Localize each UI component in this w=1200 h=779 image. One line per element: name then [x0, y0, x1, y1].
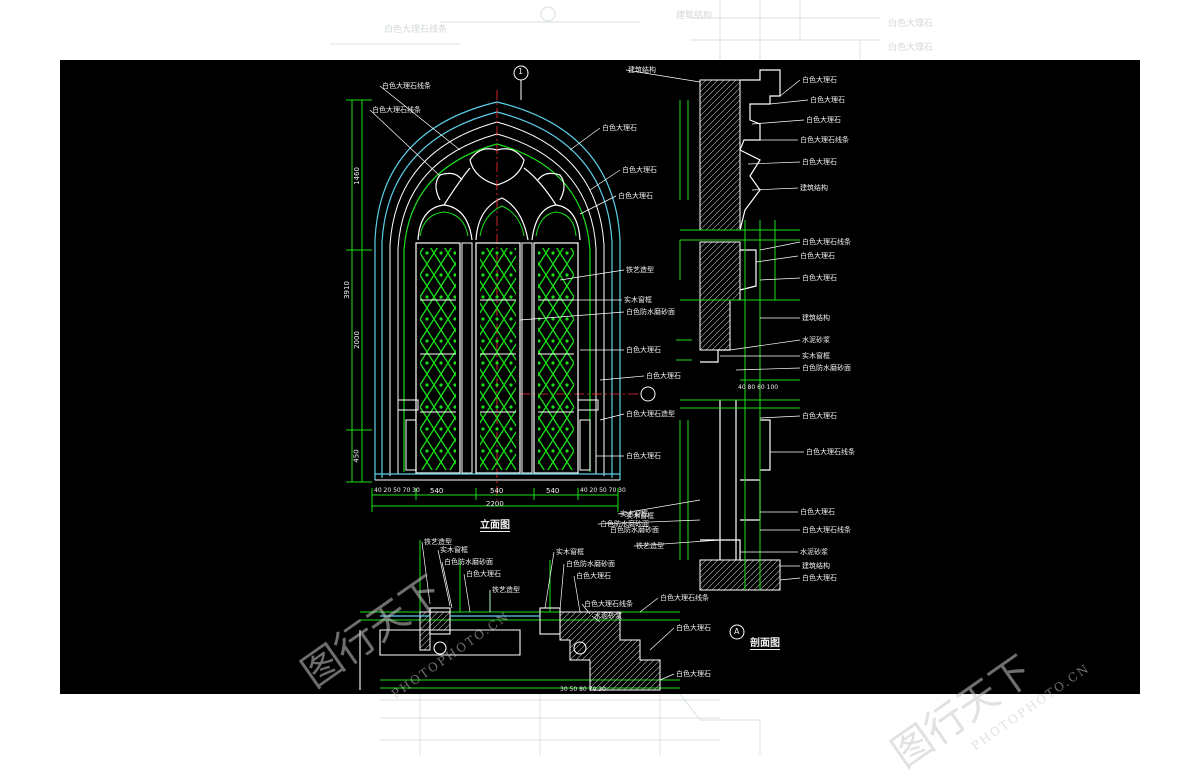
section-label-10: 白色大理石 — [802, 274, 837, 282]
left-section-label-5: 白色防水磨砂面 — [610, 526, 659, 534]
plan-label-12: 白色大理石 — [676, 624, 711, 632]
section-label-7: 建筑结构 — [800, 184, 828, 192]
dim-total-width: 2200 — [486, 500, 504, 508]
elevation-label-12: 白色大理石 — [626, 452, 661, 460]
plan-label-10: 水泥砂浆 — [594, 612, 622, 620]
plan-label-3: 白色防水磨砂面 — [444, 558, 493, 566]
dim-overall-height: 3910 — [342, 281, 351, 299]
section-label-3: 白色大理石 — [810, 96, 845, 104]
section-label-17: 白色大理石 — [800, 508, 835, 516]
dim-panel-3: 540 — [546, 487, 560, 495]
dim-upper-height: 1460 — [352, 167, 361, 185]
section-label-8: 白色大理石线条 — [802, 238, 851, 246]
section-label-15: 白色大理石 — [802, 412, 837, 420]
axis-marker: 1 — [518, 67, 524, 76]
elevation-label-3: 白色大理石 — [602, 124, 637, 132]
dim-panel-1: 540 — [430, 487, 444, 495]
plan-label-5: 铁艺造型 — [492, 586, 520, 594]
elevation-label-6: 铁艺造型 — [626, 266, 654, 274]
plan-label-2: 实木窗框 — [440, 546, 468, 554]
section-label-6: 白色大理石 — [802, 158, 837, 166]
section-label-1: 建筑结构 — [628, 66, 656, 74]
section-label-12: 水泥砂浆 — [802, 336, 830, 344]
section-label-19: 水泥砂浆 — [800, 548, 828, 556]
dim-panel-2: 540 — [490, 487, 504, 495]
section-label-18: 白色大理石线条 — [802, 526, 851, 534]
section-label-14: 白色防水磨砂面 — [802, 364, 851, 372]
section-marker: A — [734, 627, 740, 636]
section-label-5: 白色大理石线条 — [800, 136, 849, 144]
left-section-label-3: 铁艺造型 — [636, 542, 664, 550]
elevation-label-9: 白色大理石 — [626, 346, 661, 354]
plan-label-4: 白色大理石 — [466, 570, 501, 578]
section-label-21: 白色大理石 — [802, 574, 837, 582]
dim-middle-height: 2000 — [352, 331, 361, 349]
section-label-4: 白色大理石 — [806, 116, 841, 124]
plan-label-13: 白色大理石 — [676, 670, 711, 678]
dim-section: 40 80 60 100 — [738, 384, 779, 391]
elevation-label-8: 白色防水磨砂面 — [626, 308, 675, 316]
label-layer: 立面图 剖面图 A 1 3910 1460 2000 450 2200 540 … — [0, 0, 1200, 755]
elevation-label-2: 白色大理石线条 — [372, 106, 421, 114]
section-label-16: 白色大理石线条 — [806, 448, 855, 456]
plan-label-7: 白色防水磨砂面 — [566, 560, 615, 568]
screenshot: 建筑结构 白色大理石 白色大理石 白色大理石线条 立面图 剖面图 A 1 391… — [0, 0, 1200, 777]
section-title: 剖面图 — [750, 634, 780, 650]
section-label-2: 白色大理石 — [802, 76, 837, 84]
left-section-label-4: 实木窗框 — [626, 512, 654, 520]
plan-label-8: 白色大理石 — [576, 572, 611, 580]
elevation-label-4: 白色大理石 — [622, 166, 657, 174]
section-label-11: 建筑结构 — [802, 314, 830, 322]
plan-label-11: 白色大理石线条 — [660, 594, 709, 602]
elevation-label-1: 白色大理石线条 — [382, 82, 431, 90]
elevation-title: 立面图 — [480, 516, 510, 532]
plan-label-9: 白色大理石线条 — [584, 600, 633, 608]
dim-plan-bottom: 30 50 80 70 30 — [560, 686, 606, 693]
elevation-label-11: 白色大理石造型 — [626, 410, 675, 418]
elevation-label-7: 实木窗框 — [624, 296, 652, 304]
section-label-13: 实木窗框 — [802, 352, 830, 360]
dim-small-left: 40 20 50 70 30 — [374, 487, 420, 494]
elevation-label-10: 白色大理石 — [646, 372, 681, 380]
plan-label-6: 实木窗框 — [556, 548, 584, 556]
elevation-label-5: 白色大理石 — [618, 192, 653, 200]
dim-small-right: 40 20 50 70 30 — [580, 487, 626, 494]
section-label-20: 建筑结构 — [802, 562, 830, 570]
section-label-9: 白色大理石 — [800, 252, 835, 260]
dim-lower-height: 450 — [352, 449, 361, 463]
